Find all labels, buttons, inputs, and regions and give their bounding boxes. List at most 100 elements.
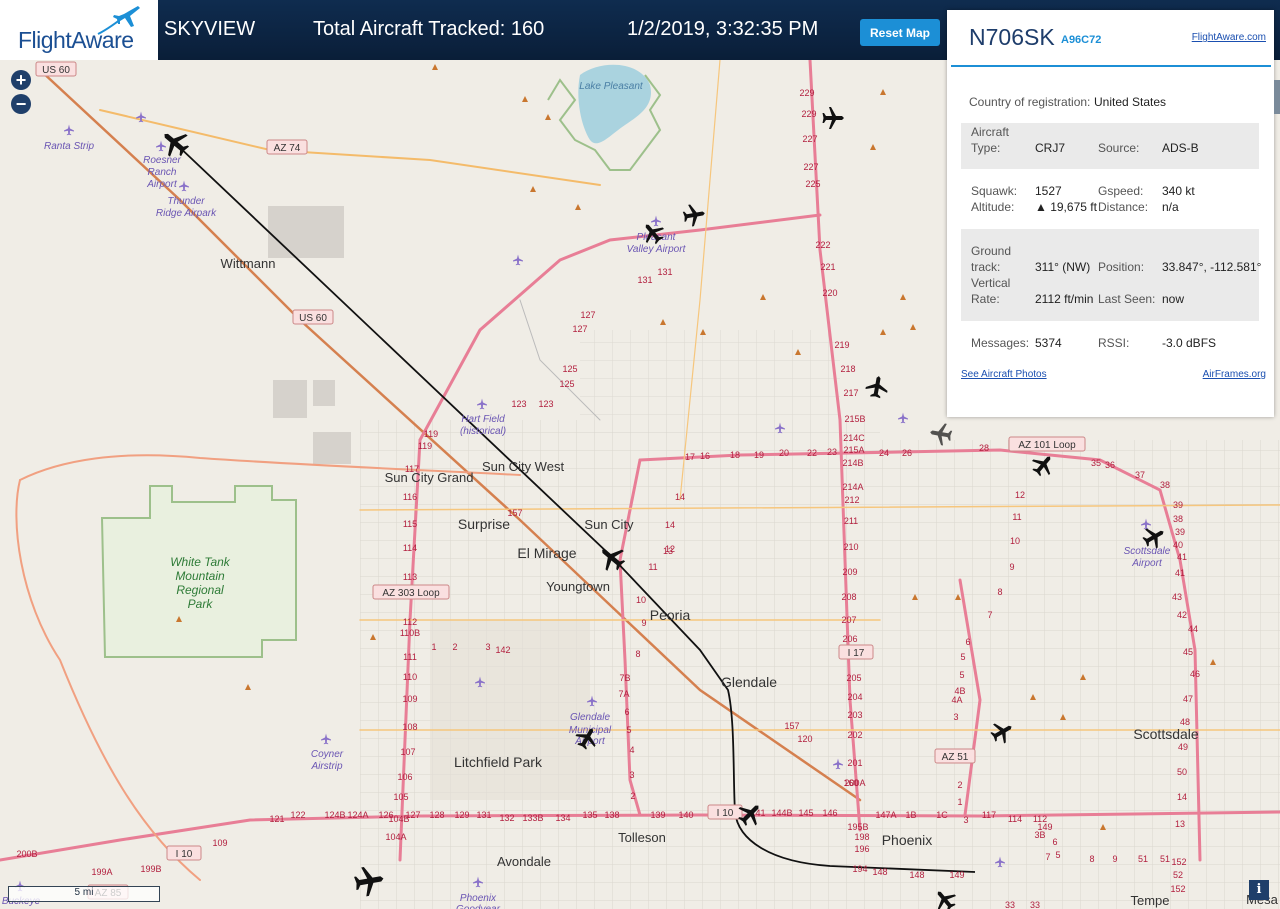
exit-number: 131	[637, 275, 652, 285]
exit-number: 107	[400, 747, 415, 757]
messages-value: 5374	[1035, 336, 1062, 350]
exit-number: 114	[403, 543, 417, 553]
ground-track-value: 311° (NW)	[1035, 260, 1091, 274]
reset-map-button[interactable]: Reset Map	[860, 19, 940, 46]
exit-number: 128	[429, 810, 444, 820]
airport-label: Glendale	[570, 712, 610, 723]
exit-number: 215B	[844, 414, 865, 424]
exit-number: 227	[802, 134, 817, 144]
exit-number: 2	[452, 642, 457, 652]
park-label: Park	[188, 597, 214, 611]
exit-number: 108	[402, 722, 417, 732]
airport-label: Phoenix	[460, 893, 497, 904]
altitude-label: Altitude:	[971, 200, 1015, 214]
exit-number: 229	[801, 109, 816, 119]
exit-number: 124B	[324, 810, 345, 820]
flightaware-logo[interactable]: FlightAware	[0, 0, 158, 60]
exit-number: 212	[844, 495, 859, 505]
last-seen-value: now	[1162, 292, 1185, 306]
place-label: Tempe	[1130, 893, 1169, 908]
logo-text: FlightAware	[18, 27, 134, 53]
exit-number: 40	[1173, 540, 1183, 550]
airframes-link[interactable]: AirFrames.org	[1203, 369, 1266, 380]
squawk-label: Squawk:	[971, 184, 1018, 198]
exit-number: 16	[700, 451, 710, 461]
exit-number: 149	[949, 870, 964, 880]
zoom-in-button[interactable]: +	[11, 70, 31, 90]
country-label: Country of registration:	[969, 95, 1091, 109]
exit-number: 142	[495, 645, 510, 655]
exit-number: 12	[665, 544, 675, 554]
info-icon[interactable]: i	[1249, 880, 1269, 900]
exit-number: 13	[1175, 819, 1185, 829]
exit-number: 209	[842, 567, 857, 577]
exit-number: 131	[657, 267, 672, 277]
flightaware-link[interactable]: FlightAware.com	[1192, 32, 1266, 43]
track-band	[961, 229, 1259, 321]
exit-number: 124A	[347, 810, 368, 820]
exit-number: 20	[779, 448, 789, 458]
route-shield-label: AZ 303 Loop	[382, 588, 440, 599]
route-shield-label: I 17	[848, 648, 865, 659]
exit-number: 112	[403, 617, 417, 627]
see-aircraft-photos-link[interactable]: See Aircraft Photos	[961, 369, 1047, 380]
exit-number: 4A	[951, 695, 962, 705]
exit-number: 2	[630, 791, 635, 801]
vertical-rate-value: 2112 ft/min	[1035, 292, 1094, 306]
exit-number: 14	[1177, 792, 1187, 802]
exit-number: 119	[418, 441, 432, 451]
exit-number: 28	[979, 443, 989, 453]
app-name: SKYVIEW	[164, 18, 256, 40]
panel-divider	[951, 65, 1271, 67]
exit-number: 157	[784, 721, 799, 731]
exit-number: 134	[555, 813, 570, 823]
exit-number: 127	[572, 324, 587, 334]
airport-label: Airport	[146, 179, 178, 190]
exit-number: 210	[843, 542, 858, 552]
aircraft-label: Aircraft	[971, 125, 1010, 139]
exit-number: 122	[290, 810, 305, 820]
exit-number: 115	[403, 519, 417, 529]
ground-label: Ground	[971, 244, 1012, 258]
zoom-out-button[interactable]: −	[11, 94, 31, 114]
route-shield-label: US 60	[42, 65, 70, 76]
exit-number: 132	[499, 813, 514, 823]
type-label: Type:	[971, 141, 1001, 155]
exit-number: 117	[405, 464, 419, 474]
place-label: Litchfield Park	[454, 754, 543, 770]
lake-label: Lake Pleasant	[579, 81, 644, 92]
exit-number: 26	[902, 448, 912, 458]
vertical-label: Vertical	[971, 276, 1011, 290]
route-shield-label: I 10	[176, 849, 193, 860]
park-label: White Tank	[170, 555, 231, 569]
scale-label: 5 mi	[74, 887, 94, 898]
panel-scrollbar[interactable]	[1274, 80, 1280, 114]
rate-label: Rate:	[971, 292, 1000, 306]
exit-number: 160	[843, 778, 858, 788]
exit-number: 3	[953, 712, 958, 722]
place-label: Sun City	[584, 517, 634, 532]
exit-number: 123	[538, 399, 553, 409]
source-value: ADS-B	[1162, 141, 1199, 155]
aircraft-type-value: CRJ7	[1035, 141, 1066, 155]
exit-number: 229	[799, 88, 814, 98]
exit-number: 1B	[905, 810, 916, 820]
exit-number: 227	[803, 162, 818, 172]
place-label: Sun City West	[482, 459, 565, 474]
route-shield-label: AZ 101 Loop	[1018, 440, 1076, 451]
exit-number: 18	[730, 450, 740, 460]
gspeed-label: Gspeed:	[1098, 184, 1144, 198]
aircraft-detail-panel: N706SK A96C72 FlightAware.com Country of…	[947, 10, 1280, 417]
exit-number: 113	[403, 572, 417, 582]
exit-number: 7	[1045, 852, 1050, 862]
exit-number: 37	[1135, 470, 1145, 480]
messages-label: Messages:	[971, 336, 1030, 350]
exit-number: 215A	[843, 445, 864, 455]
total-aircraft-tracked: Total Aircraft Tracked: 160	[313, 18, 545, 40]
exit-number: 105	[393, 792, 408, 802]
exit-number: 204	[847, 692, 862, 702]
exit-number: 110	[403, 672, 417, 682]
exit-number: 152	[1171, 857, 1186, 867]
exit-number: 133B	[522, 813, 543, 823]
exit-number: 1	[431, 642, 436, 652]
